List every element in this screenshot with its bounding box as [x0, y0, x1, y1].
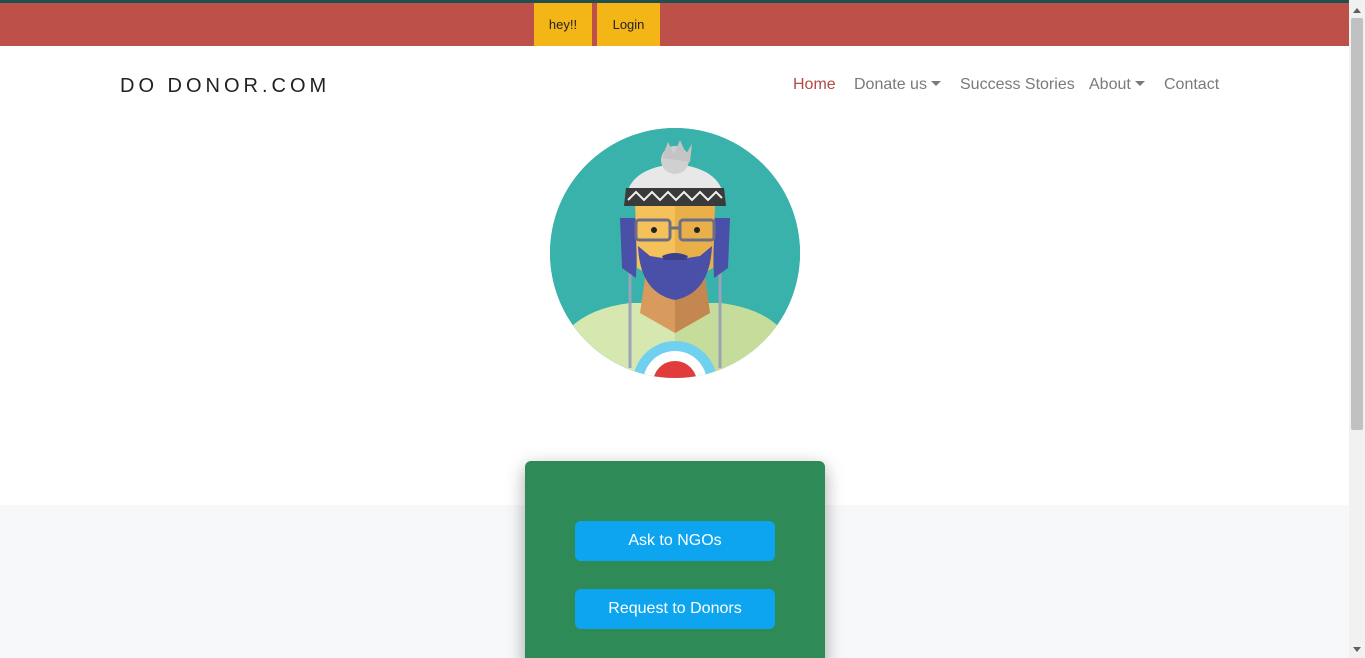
hey-button[interactable]: hey!!	[534, 3, 592, 46]
nav-home-label: Home	[793, 76, 836, 93]
vertical-scrollbar[interactable]	[1349, 0, 1365, 658]
nav-about-label: About	[1089, 76, 1131, 93]
chevron-down-icon	[1134, 81, 1145, 86]
login-button[interactable]: Login	[597, 3, 660, 46]
nav-success-stories[interactable]: Success Stories	[960, 76, 1075, 94]
scroll-down-icon[interactable]	[1353, 647, 1361, 652]
ask-ngos-button[interactable]: Ask to NGOs	[575, 521, 775, 561]
nav-stories-label: Success Stories	[960, 76, 1075, 93]
nav-donate-dropdown[interactable]: Donate us	[854, 76, 941, 94]
scroll-up-icon[interactable]	[1353, 8, 1361, 13]
top-bar: hey!! Login	[0, 3, 1349, 46]
page: hey!! Login DO DONOR.COM Home Donate us …	[0, 0, 1365, 658]
chevron-down-icon	[930, 81, 941, 86]
nav-donate-label: Donate us	[854, 76, 927, 93]
scroll-thumb[interactable]	[1351, 18, 1363, 430]
bearded-man-avatar-icon	[550, 128, 800, 378]
avatar	[550, 128, 800, 378]
nav-contact[interactable]: Contact	[1164, 76, 1219, 94]
nav-about-dropdown[interactable]: About	[1089, 76, 1145, 94]
nav-contact-label: Contact	[1164, 76, 1220, 93]
request-donors-button[interactable]: Request to Donors	[575, 589, 775, 629]
nav-home[interactable]: Home	[793, 76, 836, 94]
main-nav: Home Donate us Success Stories About Con…	[0, 76, 1349, 100]
request-card: Ask to NGOs Request to Donors	[525, 461, 825, 658]
